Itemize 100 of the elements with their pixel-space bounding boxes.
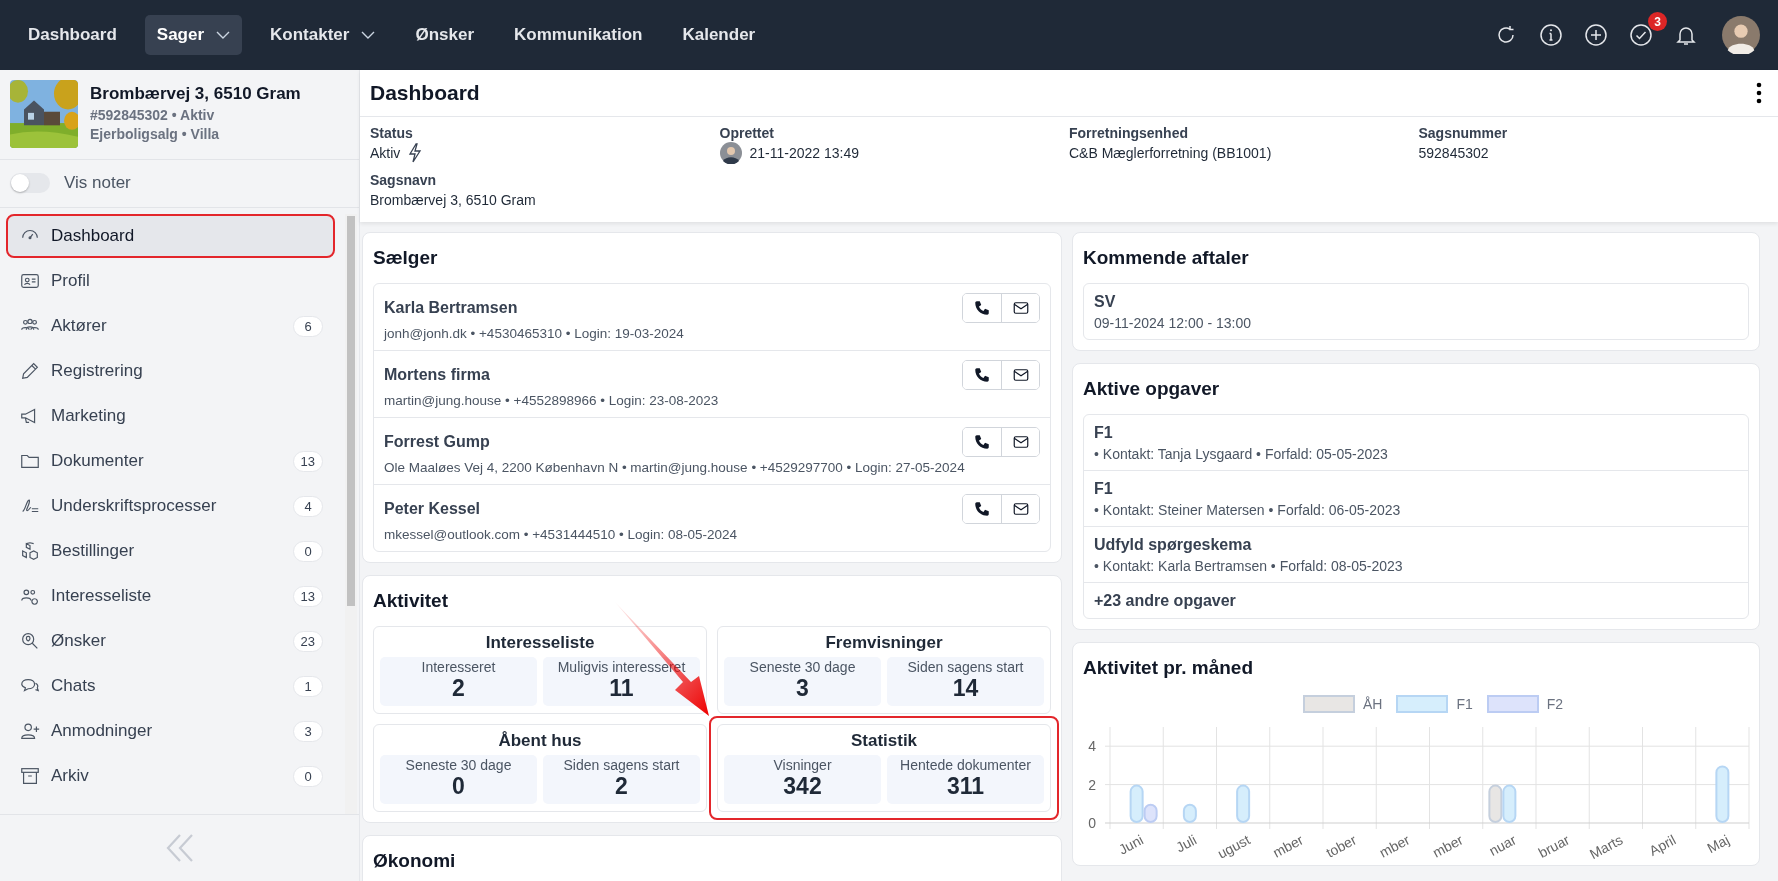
axis-label: mber bbox=[1429, 831, 1466, 861]
add-icon[interactable] bbox=[1584, 23, 1608, 47]
legend-swatch[interactable] bbox=[1302, 695, 1355, 713]
count-badge: 13 bbox=[292, 585, 323, 607]
stat-value: 311 bbox=[946, 773, 985, 800]
task-title[interactable]: F1 bbox=[1094, 480, 1113, 498]
email-button[interactable] bbox=[1001, 294, 1039, 322]
sidebar-item[interactable]: Interesseliste 13 bbox=[8, 576, 333, 616]
count-badge: 0 bbox=[293, 540, 323, 562]
sidebar-item[interactable]: Underskriftsprocesser 4 bbox=[8, 486, 333, 526]
chart-bar bbox=[1236, 784, 1251, 823]
property-meta: Ejerboligsalg • Villa bbox=[90, 126, 221, 142]
axis-label: 0 bbox=[1088, 815, 1096, 831]
stat-group-title: Statistik bbox=[849, 731, 919, 752]
nav-menu-item[interactable]: Sager bbox=[144, 15, 243, 55]
nav-menu-item[interactable]: Ønsker bbox=[403, 15, 486, 55]
info-icon[interactable] bbox=[1539, 23, 1563, 47]
count-badge: 4 bbox=[293, 495, 323, 517]
field-label: Oprettet bbox=[719, 125, 775, 141]
axis-label: ugust bbox=[1214, 831, 1253, 862]
card-title: Aktivitet pr. måned bbox=[1083, 656, 1254, 680]
check-circle-icon[interactable] bbox=[1629, 23, 1653, 47]
axis-label: Maj bbox=[1704, 831, 1732, 857]
avatar[interactable] bbox=[1722, 16, 1760, 54]
more-tasks-link[interactable]: +23 andre opgaver bbox=[1094, 592, 1236, 610]
appointment-time: 09-11-2024 12:00 - 13:00 bbox=[1094, 315, 1251, 331]
stat-group-title: Åbent hus bbox=[497, 731, 583, 752]
axis-label: mber bbox=[1270, 831, 1306, 861]
menu-item-icon bbox=[19, 360, 41, 382]
stat-value: 3 bbox=[796, 675, 809, 702]
count-badge: 23 bbox=[292, 630, 323, 652]
sidebar-item[interactable]: Marketing bbox=[8, 396, 333, 436]
chart-bar bbox=[1715, 765, 1730, 823]
field-value: 592845302 bbox=[1418, 144, 1489, 161]
count-badge: 6 bbox=[293, 315, 323, 337]
contact-details: Ole Maaløes Vej 4, 2200 København N • martin@jung.house • +4529297700 • Login: 27-05-2024 bbox=[384, 460, 966, 475]
contact-details: martin@jung.house • +4552898966 • Login: 23-08-2023 bbox=[384, 393, 720, 408]
nav-menu-item[interactable]: Kontakter bbox=[258, 15, 388, 55]
chart-bar bbox=[1182, 803, 1197, 823]
sidebar-item[interactable]: Registrering bbox=[8, 351, 333, 391]
sidebar-item[interactable]: Dashboard bbox=[8, 216, 333, 256]
more-icon[interactable] bbox=[1756, 82, 1762, 104]
axis-label: mber bbox=[1376, 831, 1413, 861]
email-button[interactable] bbox=[1001, 361, 1039, 389]
toggle-switch[interactable] bbox=[10, 173, 50, 193]
contact-name: Mortens firma bbox=[384, 365, 491, 384]
chart-bar bbox=[1502, 784, 1517, 823]
nav-menu-item[interactable]: Kommunikation bbox=[502, 15, 655, 55]
sidebar-item[interactable]: Chats 1 bbox=[8, 666, 333, 706]
field-label: Status bbox=[370, 125, 414, 141]
contact-details: mkessel@outlook.com • +4531444510 • Login: 08-05-2024 bbox=[384, 527, 738, 542]
task-title[interactable]: F1 bbox=[1094, 424, 1113, 442]
toggle-label: Vis noter bbox=[64, 173, 131, 193]
task-title[interactable]: Udfyld spørgeskema bbox=[1094, 536, 1252, 554]
email-button[interactable] bbox=[1001, 428, 1039, 456]
stat-value: 0 bbox=[452, 773, 465, 800]
email-button[interactable] bbox=[1001, 495, 1039, 523]
appointment-title: SV bbox=[1094, 293, 1116, 311]
field-label: Sagsnavn bbox=[370, 172, 438, 188]
stat-value: 342 bbox=[783, 773, 822, 800]
nav-menu-item[interactable]: Dashboard bbox=[16, 15, 129, 55]
axis-label: 2 bbox=[1088, 776, 1096, 793]
stat-group-title: Interesseliste bbox=[484, 633, 596, 654]
notification-badge: 3 bbox=[1648, 12, 1667, 31]
sidebar-item[interactable]: Profil bbox=[8, 261, 333, 301]
stat-label: Seneste 30 dage bbox=[405, 757, 512, 773]
stat-label: Visninger bbox=[773, 757, 832, 773]
sidebar-item[interactable]: Anmodninger 3 bbox=[8, 711, 333, 751]
field-value: Aktiv bbox=[370, 144, 401, 161]
property-meta: #592845302 • Aktiv bbox=[90, 107, 216, 123]
scrollbar[interactable] bbox=[345, 214, 357, 814]
contact-name: Peter Kessel bbox=[384, 499, 482, 518]
axis-label: Juli bbox=[1173, 831, 1200, 856]
legend-swatch[interactable] bbox=[1396, 695, 1449, 713]
phone-icon bbox=[973, 433, 991, 451]
axis-label: tober bbox=[1323, 831, 1360, 861]
contact-name: Forrest Gump bbox=[384, 432, 491, 451]
axis-label: bruar bbox=[1535, 831, 1573, 861]
card-title: Aktive opgaver bbox=[1083, 377, 1221, 401]
contact-details: jonh@jonh.dk • +4530465310 • Login: 19-03-2024 bbox=[384, 326, 685, 341]
field-label: Forretningsenhed bbox=[1069, 125, 1189, 141]
page-title: Dashboard bbox=[370, 81, 480, 105]
field-value: Brombærvej 3, 6510 Gram bbox=[370, 191, 536, 208]
sidebar-item[interactable]: Dokumenter 13 bbox=[8, 441, 333, 481]
card-title: Økonomi bbox=[373, 849, 457, 873]
sidebar-item[interactable]: Ønsker 23 bbox=[8, 621, 333, 661]
card-title: Kommende aftaler bbox=[1083, 246, 1250, 270]
nav-menu-item[interactable]: Kalender bbox=[670, 15, 768, 55]
field-value: 21-11-2022 13:49 bbox=[749, 145, 859, 161]
legend-label[interactable]: F2 bbox=[1546, 696, 1564, 712]
legend-swatch[interactable] bbox=[1486, 695, 1539, 713]
sidebar-item[interactable]: Bestillinger 0 bbox=[8, 531, 333, 571]
legend-label[interactable]: ÅH bbox=[1362, 696, 1383, 712]
phone-icon bbox=[973, 500, 991, 518]
legend-label[interactable]: F1 bbox=[1456, 696, 1473, 712]
stat-value: 2 bbox=[615, 773, 628, 800]
sidebar-item[interactable]: Aktører 6 bbox=[8, 306, 333, 346]
field-label: Sagsnummer bbox=[1418, 125, 1509, 141]
stat-value: 11 bbox=[609, 675, 634, 702]
sidebar-item[interactable]: Arkiv 0 bbox=[8, 756, 333, 796]
